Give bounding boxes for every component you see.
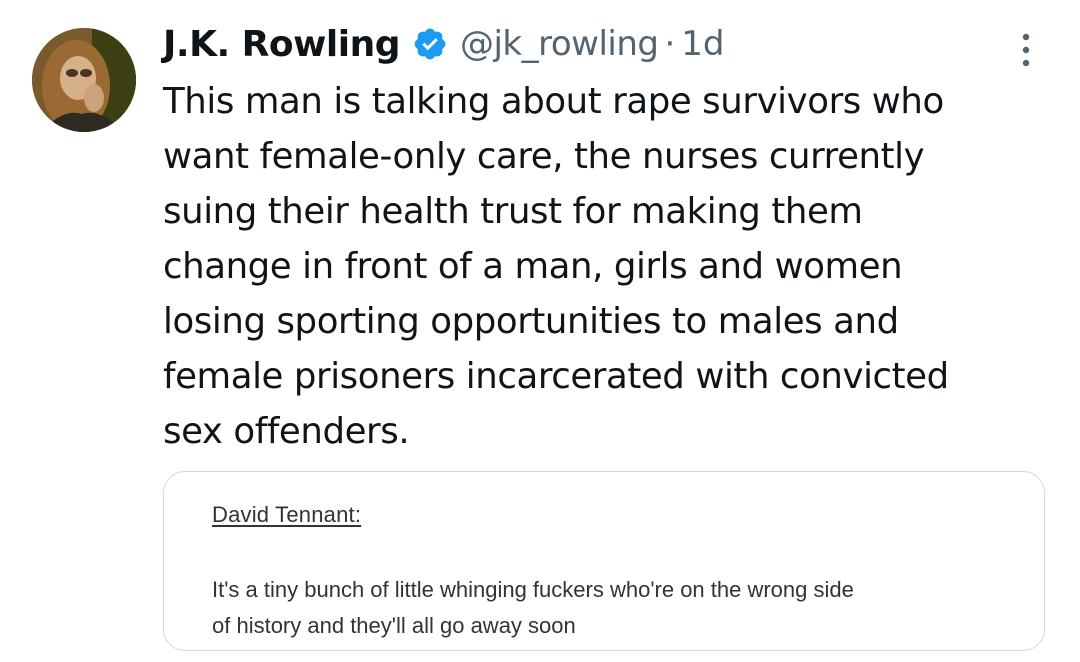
author-name[interactable]: J.K. Rowling [163, 24, 400, 65]
quote-text: It's a tiny bunch of little whinging fuc… [212, 572, 1012, 644]
tweet[interactable]: J.K. Rowling @jk_rowling · 1d This man i… [0, 0, 1080, 662]
tweet-text-line: losing sporting opportunities to males a… [163, 301, 899, 342]
header-separator: · [664, 24, 676, 64]
tweet-header: J.K. Rowling @jk_rowling · 1d [163, 18, 725, 70]
author-handle[interactable]: @jk_rowling [460, 24, 659, 64]
verified-badge-icon [414, 28, 446, 60]
tweet-text-line: suing their health trust for making them [163, 191, 863, 232]
avatar[interactable] [32, 28, 136, 132]
tweet-text-line: This man is talking about rape survivors… [163, 81, 944, 122]
quote-author: David Tennant: [212, 502, 362, 527]
attached-image-card[interactable]: David Tennant: It's a tiny bunch of litt… [163, 471, 1045, 651]
quote-text-line: It's a tiny bunch of little whinging fuc… [212, 577, 854, 602]
tweet-text-line: change in front of a man, girls and wome… [163, 246, 903, 287]
tweet-text-line: female prisoners incarcerated with convi… [163, 356, 949, 397]
tweet-timestamp[interactable]: 1d [681, 24, 724, 64]
tweet-text-line: want female-only care, the nurses curren… [163, 136, 925, 177]
avatar-photo [32, 28, 136, 132]
more-options-icon[interactable] [1016, 30, 1036, 70]
quote-text-line: of history and they'll all go away soon [212, 613, 576, 638]
tweet-text-line: sex offenders. [163, 411, 410, 452]
tweet-text: This man is talking about rape survivors… [163, 74, 1043, 459]
